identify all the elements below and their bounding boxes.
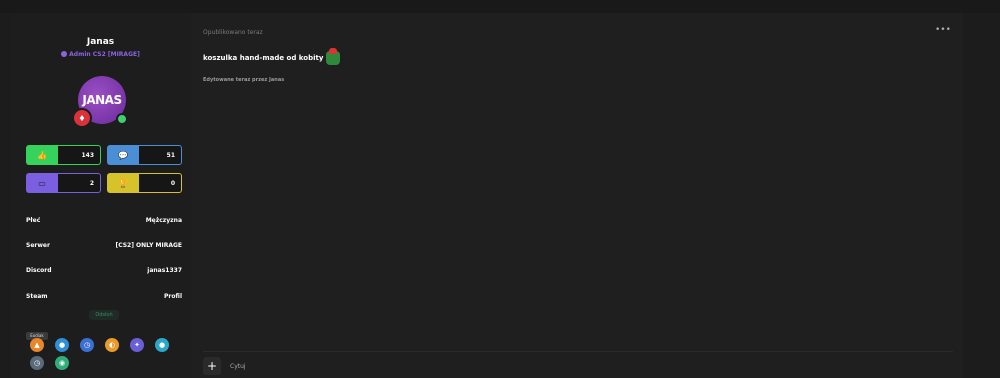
trophy-message-icon[interactable]: ● [155,338,169,352]
thumbs-up-icon: 👍 [37,150,47,160]
info-label: Serwer [26,242,50,249]
post-container: Janas Admin CS2 [MIRAGE] JANAS ♦ 👍 143 💬… [10,13,963,378]
info-row-server: Serwer [CS2] ONLY MIRAGE [26,242,182,249]
online-status-icon [116,113,128,125]
add-reaction-button[interactable]: + [203,357,221,375]
trophy-user-icon[interactable]: ◐ [105,338,119,352]
trophy-time-icon[interactable]: ◷ [30,356,44,370]
info-row-steam: Steam Profil [26,293,182,300]
trophy-fire-icon[interactable]: ▲ [30,338,44,352]
author-role: Admin CS2 [MIRAGE] [10,51,191,58]
stat-files[interactable]: ▭ 2 [26,173,101,193]
post-published: Opublikowano teraz [203,29,263,36]
info-value: janas1337 [147,267,182,274]
rank-badge-icon: ♦ [72,108,92,128]
stat-likes-value: 143 [58,146,100,164]
quote-button[interactable]: Cytuj [230,363,246,370]
trophy-clock-icon[interactable]: ◷ [80,338,94,352]
info-row-gender: Płeć Mężczyzna [26,217,182,224]
stat-posts[interactable]: 💬 51 [107,145,182,165]
trophy-star-icon[interactable]: ✦ [130,338,144,352]
info-value[interactable]: Profil [164,293,182,300]
author-username[interactable]: Janas [10,37,191,47]
author-panel: Janas Admin CS2 [MIRAGE] JANAS ♦ 👍 143 💬… [10,13,191,378]
role-icon [61,51,68,57]
chat-bubbles-icon: 💬 [118,150,128,160]
stat-likes[interactable]: 👍 143 [26,145,101,165]
info-label: Steam [26,293,48,300]
stat-trophies[interactable]: 🏆 0 [107,173,182,193]
top-bar [0,0,1000,13]
info-value: Mężczyzna [145,217,182,224]
info-row-discord: Discord janas1337 [26,267,182,274]
avatar-text: JANAS [82,93,122,107]
info-label: Płeć [26,217,41,224]
folder-icon: ▭ [38,178,46,188]
post-edited: Edytowane teraz przez Janas [203,77,285,83]
trophy-chat-icon[interactable]: ● [55,338,69,352]
info-label: Discord [26,267,52,274]
post-text: koszulka hand-made od kobity [203,54,324,62]
stat-posts-value: 51 [139,146,181,164]
stat-trophies-value: 0 [139,174,181,192]
info-value: [CS2] ONLY MIRAGE [115,242,182,249]
trophy-icon: 🏆 [118,178,128,188]
trophy-shield-icon[interactable]: ◉ [55,356,69,370]
role-label: Admin CS2 [MIRAGE] [69,51,140,58]
reveal-button[interactable]: Odsłoń [89,310,119,320]
post-footer-divider [203,351,953,352]
post-content: koszulka hand-made od kobity [203,48,341,65]
stat-files-value: 2 [58,174,100,192]
pepe-emoji-icon [326,48,341,65]
more-options-button[interactable]: ••• [935,25,951,35]
